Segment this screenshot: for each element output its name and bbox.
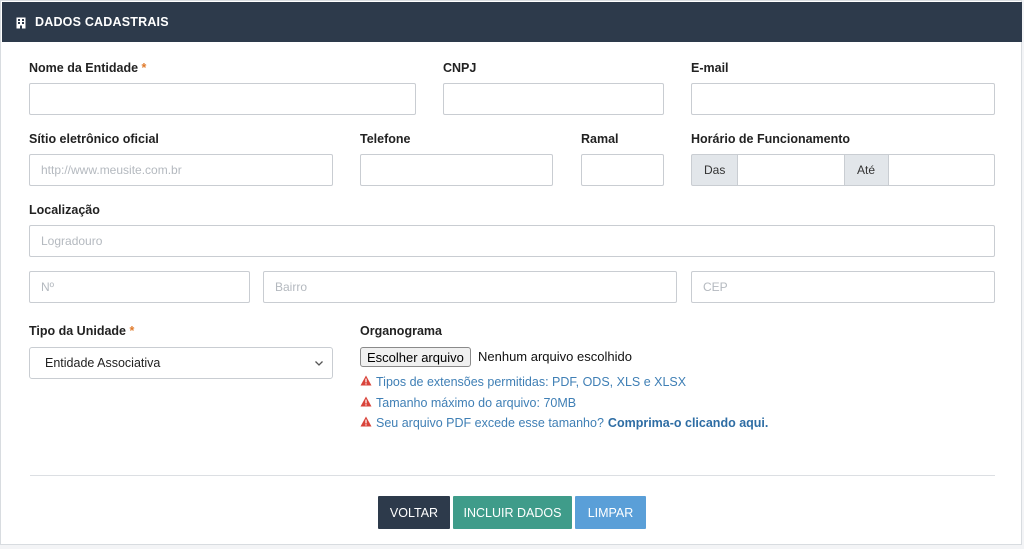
email-input[interactable] bbox=[691, 83, 995, 115]
telefone-label: Telefone bbox=[360, 132, 411, 146]
warning-icon bbox=[360, 416, 372, 430]
ate-addon: Até bbox=[844, 154, 889, 186]
cep-input[interactable]: CEP bbox=[691, 271, 995, 303]
sitio-label: Sítio eletrônico oficial bbox=[29, 132, 159, 146]
note-max-size: Tamanho máximo do arquivo: 70MB bbox=[360, 396, 576, 410]
nome-entidade-label: Nome da Entidade * bbox=[29, 61, 147, 75]
bairro-input[interactable]: Bairro bbox=[263, 271, 677, 303]
numero-input[interactable]: Nº bbox=[29, 271, 250, 303]
section-header: DADOS CADASTRAIS bbox=[2, 2, 1022, 42]
tipo-unidade-selected: Entidade Associativa bbox=[45, 356, 161, 370]
tipo-unidade-select[interactable]: Entidade Associativa bbox=[29, 347, 333, 379]
file-status: Nenhum arquivo escolhido bbox=[478, 349, 632, 364]
horario-label: Horário de Funcionamento bbox=[691, 132, 851, 146]
limpar-button[interactable]: LIMPAR bbox=[575, 496, 646, 529]
compress-link[interactable]: Comprima-o clicando aqui. bbox=[608, 416, 768, 430]
cnpj-input[interactable] bbox=[443, 83, 664, 115]
horario-das-input[interactable] bbox=[737, 154, 845, 186]
nome-entidade-input[interactable] bbox=[29, 83, 416, 115]
email-label: E-mail bbox=[691, 61, 729, 75]
required-mark: * bbox=[129, 324, 135, 338]
divider bbox=[30, 475, 995, 476]
chevron-down-icon bbox=[314, 357, 324, 371]
choose-file-button[interactable]: Escolher arquivo bbox=[360, 347, 471, 367]
das-addon: Das bbox=[691, 154, 738, 186]
organograma-label: Organograma bbox=[360, 324, 442, 338]
sitio-input[interactable]: http://www.meusite.com.br bbox=[29, 154, 333, 186]
logradouro-input[interactable]: Logradouro bbox=[29, 225, 995, 257]
warning-icon bbox=[360, 375, 372, 389]
localizacao-label: Localização bbox=[29, 203, 100, 217]
cnpj-label: CNPJ bbox=[443, 61, 477, 75]
note-extensions: Tipos de extensões permitidas: PDF, ODS,… bbox=[360, 375, 686, 389]
telefone-input[interactable] bbox=[360, 154, 553, 186]
note-compress: Seu arquivo PDF excede esse tamanho? Com… bbox=[360, 416, 768, 430]
ramal-input[interactable] bbox=[581, 154, 664, 186]
ramal-label: Ramal bbox=[581, 132, 619, 146]
tipo-unidade-label: Tipo da Unidade * bbox=[29, 324, 135, 338]
building-icon bbox=[15, 16, 27, 29]
voltar-button[interactable]: VOLTAR bbox=[378, 496, 450, 529]
dados-cadastrais-card: DADOS CADASTRAIS Nome da Entidade * CNPJ… bbox=[0, 0, 1022, 545]
incluir-dados-button[interactable]: INCLUIR DADOS bbox=[453, 496, 572, 529]
section-title: DADOS CADASTRAIS bbox=[35, 15, 169, 29]
required-mark: * bbox=[141, 61, 147, 75]
horario-ate-input[interactable] bbox=[888, 154, 995, 186]
warning-icon bbox=[360, 396, 372, 410]
